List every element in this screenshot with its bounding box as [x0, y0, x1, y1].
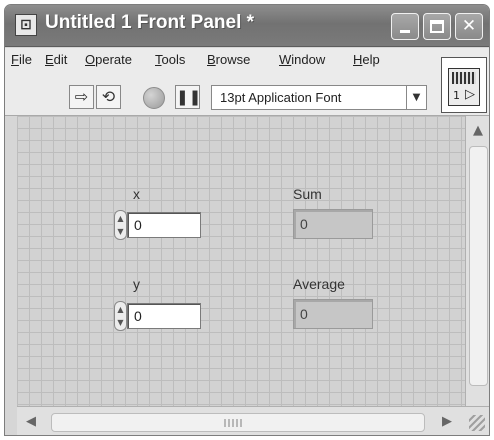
menu-window[interactable]: Window [279, 52, 325, 67]
abort-execution-button[interactable] [143, 87, 165, 109]
front-panel-window: ⊡ Untitled 1 Front Panel * ✕ File Edit O… [4, 4, 490, 436]
control-x-label: x [133, 186, 140, 202]
front-panel-canvas[interactable]: x ▲ ▼ 0 y ▲ ▼ 0 Sum 0 Average 0 [17, 116, 465, 406]
close-button[interactable]: ✕ [455, 13, 483, 40]
connector-grid [452, 72, 476, 84]
menu-operate[interactable]: Operate [85, 52, 132, 67]
decrement-icon[interactable]: ▼ [116, 316, 125, 329]
increment-icon[interactable]: ▲ [116, 303, 125, 316]
control-y-value: 0 [134, 308, 142, 324]
menu-file[interactable]: File [11, 52, 32, 67]
control-y-label: y [133, 276, 140, 292]
maximize-icon [430, 20, 444, 33]
close-icon: ✕ [461, 16, 477, 36]
indicator-sum: 0 [293, 209, 373, 239]
horizontal-scrollbar[interactable]: ◀ ▶ [17, 406, 489, 435]
chevron-down-icon[interactable]: ▼ [406, 86, 426, 109]
minimize-icon [400, 30, 410, 33]
minimize-button[interactable] [391, 13, 419, 40]
resize-grip-icon[interactable] [469, 415, 485, 431]
increment-icon[interactable]: ▲ [116, 212, 125, 225]
control-x-value: 0 [134, 217, 142, 233]
connector-pane-icon: 1 ▷ [448, 68, 480, 106]
connector-pane[interactable]: 1 ▷ [441, 57, 487, 113]
menu-tools[interactable]: Tools [155, 52, 185, 67]
vertical-scroll-thumb[interactable] [469, 146, 488, 386]
run-arrow-icon: ⇨ [74, 87, 89, 106]
font-select[interactable]: 13pt Application Font ▼ [211, 85, 427, 110]
menu-bar: File Edit Operate Tools Browse Window He… [5, 48, 489, 72]
scroll-left-icon[interactable]: ◀ [21, 411, 41, 433]
toolbar: ⇨ ⟲ ❚❚ 13pt Application Font ▼ [5, 72, 489, 116]
indicator-average-value: 0 [300, 306, 308, 322]
font-select-value: 13pt Application Font [220, 90, 342, 105]
control-x[interactable]: 0 [127, 212, 201, 238]
vertical-scrollbar[interactable]: ▲ [465, 116, 489, 406]
connector-arrow-icon: ▷ [465, 87, 475, 102]
indicator-sum-label: Sum [293, 186, 322, 202]
decrement-icon[interactable]: ▼ [116, 225, 125, 238]
menu-help[interactable]: Help [353, 52, 380, 67]
control-y-increment[interactable]: ▲ ▼ [114, 301, 127, 331]
pause-button[interactable]: ❚❚ [175, 85, 202, 109]
run-continuously-icon: ⟲ [101, 87, 116, 106]
indicator-average-label: Average [293, 276, 345, 292]
maximize-button[interactable] [423, 13, 451, 40]
connector-pane-number: 1 [453, 89, 460, 102]
title-bar[interactable]: ⊡ Untitled 1 Front Panel * ✕ [5, 5, 489, 47]
menu-browse[interactable]: Browse [207, 52, 250, 67]
control-x-increment[interactable]: ▲ ▼ [114, 210, 127, 240]
control-y[interactable]: 0 [127, 303, 201, 329]
indicator-sum-value: 0 [300, 216, 308, 232]
scroll-up-icon[interactable]: ▲ [468, 120, 488, 142]
run-button[interactable]: ⇨ [69, 85, 94, 109]
run-continuously-button[interactable]: ⟲ [96, 85, 121, 109]
horizontal-scroll-thumb[interactable] [51, 413, 425, 432]
scroll-right-icon[interactable]: ▶ [437, 411, 457, 433]
window-title: Untitled 1 Front Panel * [45, 12, 255, 33]
front-panel-icon: ⊡ [15, 14, 37, 36]
grip-icon [224, 419, 244, 427]
pause-icon: ❚❚ [176, 88, 202, 106]
menu-edit[interactable]: Edit [45, 52, 67, 67]
indicator-average: 0 [293, 299, 373, 329]
